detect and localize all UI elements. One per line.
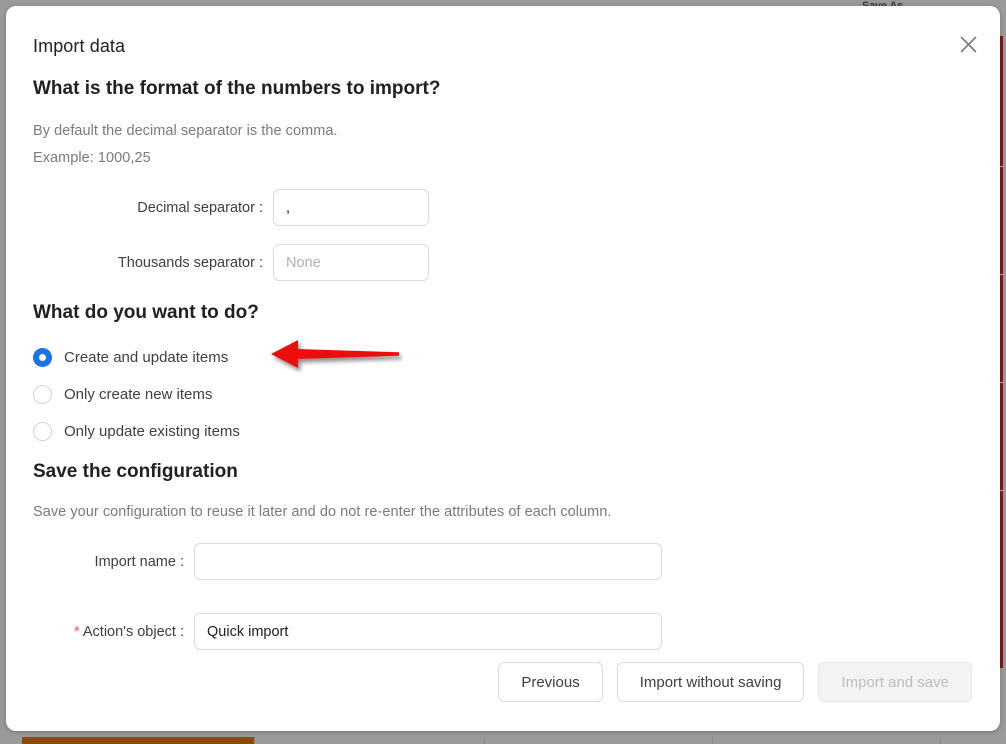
section-heading-number-format: What is the format of the numbers to imp… <box>33 78 441 99</box>
radio-only-update-existing-items[interactable]: Only update existing items <box>33 413 240 450</box>
annotation-arrow-icon <box>271 340 399 368</box>
radio-mark-icon <box>33 422 52 441</box>
radio-create-and-update-items[interactable]: Create and update items <box>33 339 240 376</box>
thousands-separator-label: Thousands separator : <box>117 254 263 271</box>
import-name-label: Import name : <box>94 553 184 570</box>
import-and-save-button: Import and save <box>818 662 972 702</box>
actions-object-label-text: Action's object : <box>82 623 184 640</box>
previous-button[interactable]: Previous <box>498 662 603 702</box>
actions-object-row: * Action's object : <box>33 613 662 650</box>
background-bottom-tick <box>712 737 713 744</box>
dialog-title: Import data <box>33 36 126 56</box>
radio-mark-icon <box>33 385 52 404</box>
background-bottom-bar <box>22 737 254 744</box>
decimal-separator-label: Decimal separator : <box>137 199 263 216</box>
save-configuration-description: Save your configuration to reuse it late… <box>33 504 612 520</box>
decimal-separator-input[interactable] <box>273 189 429 226</box>
radio-label: Only create new items <box>64 386 213 403</box>
import-name-row: Import name : <box>33 543 662 580</box>
format-description-line-1: By default the decimal separator is the … <box>33 123 338 139</box>
radio-mark-icon <box>33 348 52 367</box>
import-without-saving-button[interactable]: Import without saving <box>616 662 805 702</box>
radio-label: Only update existing items <box>64 423 240 440</box>
background-bottom-tick <box>940 737 941 744</box>
background-bottom-tick <box>254 737 255 744</box>
format-description-line-2: Example: 1000,25 <box>33 150 151 166</box>
decimal-separator-row: Decimal separator : <box>33 189 429 226</box>
thousands-separator-input[interactable] <box>273 244 429 281</box>
background-bottom-tick <box>484 737 485 744</box>
section-heading-save-configuration: Save the configuration <box>33 461 238 482</box>
required-asterisk-icon: * <box>74 622 80 640</box>
actions-object-label: * Action's object : <box>33 624 194 640</box>
import-data-dialog: Import data What is the format of the nu… <box>6 6 1000 731</box>
actions-object-input[interactable] <box>194 613 662 650</box>
screen-root: Save As Import data What is the format o… <box>0 0 1006 744</box>
import-name-input[interactable] <box>194 543 662 580</box>
thousands-separator-row: Thousands separator : <box>33 244 429 281</box>
radio-label: Create and update items <box>64 349 229 366</box>
action-radio-group: Create and update items Only create new … <box>33 339 240 450</box>
dialog-footer: Previous Import without saving Import an… <box>498 662 972 702</box>
close-icon[interactable] <box>954 30 982 58</box>
section-heading-action: What do you want to do? <box>33 302 259 323</box>
radio-only-create-new-items[interactable]: Only create new items <box>33 376 240 413</box>
